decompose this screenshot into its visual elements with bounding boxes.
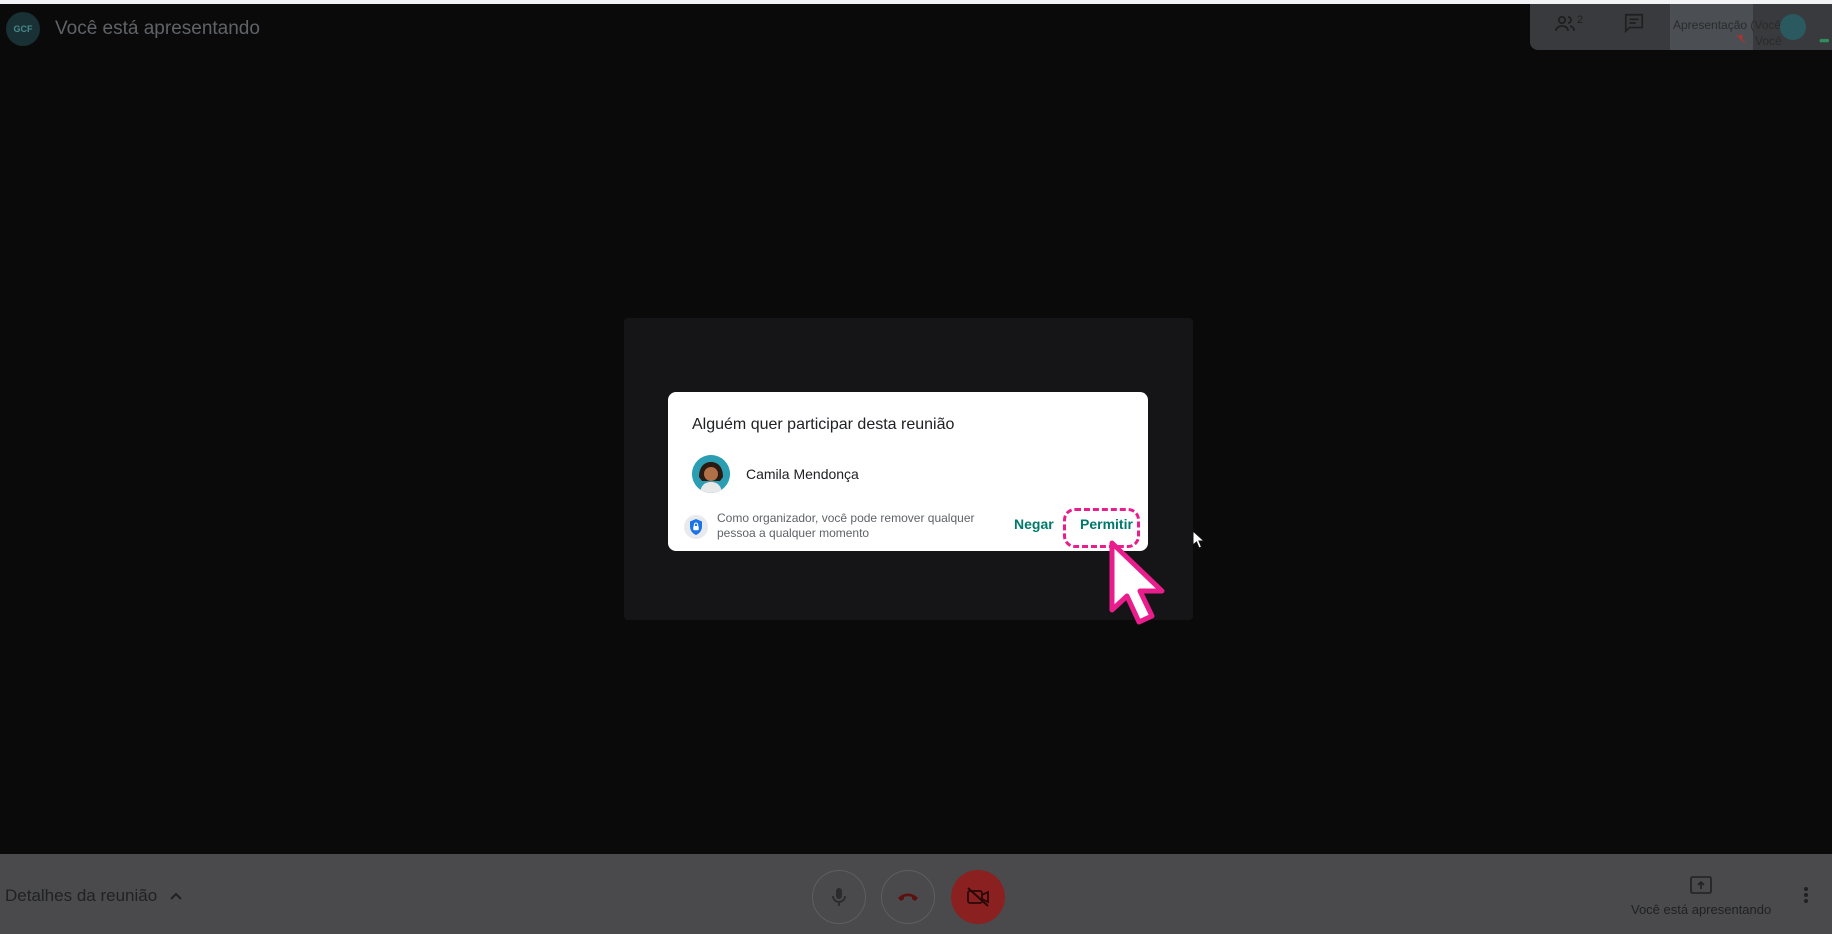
speaking-indicator: ••• <box>1819 32 1830 48</box>
chat-icon[interactable] <box>1623 12 1645 39</box>
mic-off-icon <box>1735 32 1747 50</box>
pink-pointer-icon <box>1108 540 1170 633</box>
present-icon[interactable] <box>1690 876 1712 899</box>
org-logo: GCF <box>6 12 40 46</box>
chevron-up-icon <box>169 886 183 906</box>
shield-lock-icon <box>684 515 708 544</box>
people-icon[interactable] <box>1553 12 1577 41</box>
participants-count: 2 <box>1577 14 1584 26</box>
mic-icon <box>832 888 846 906</box>
meeting-details-toggle[interactable]: Detalhes da reunião <box>5 886 183 906</box>
mouse-pointer-icon <box>1192 529 1206 555</box>
guest-avatar <box>692 455 730 493</box>
presenting-status-label[interactable]: Você está apresentando <box>1631 902 1771 917</box>
camera-button[interactable] <box>951 870 1005 924</box>
hangup-icon <box>898 893 918 901</box>
self-avatar <box>1780 14 1806 40</box>
camera-off-icon <box>967 887 989 907</box>
header-left: GCF Você está apresentando <box>6 12 260 46</box>
deny-button[interactable]: Negar <box>1014 516 1054 532</box>
organizer-info-text: Como organizador, você pode remover qual… <box>717 511 975 540</box>
dialog-title: Alguém quer participar desta reunião <box>692 416 955 433</box>
hangup-button[interactable] <box>881 870 935 924</box>
self-label: Você <box>1755 34 1782 48</box>
guest-name: Camila Mendonça <box>746 466 859 482</box>
more-vert-icon[interactable] <box>1803 886 1809 909</box>
mic-button[interactable] <box>812 870 866 924</box>
presenting-title: Você está apresentando <box>55 18 260 39</box>
meeting-details-label: Detalhes da reunião <box>5 886 158 905</box>
presentation-tile-label: Apresentação (Você) <box>1673 18 1786 32</box>
